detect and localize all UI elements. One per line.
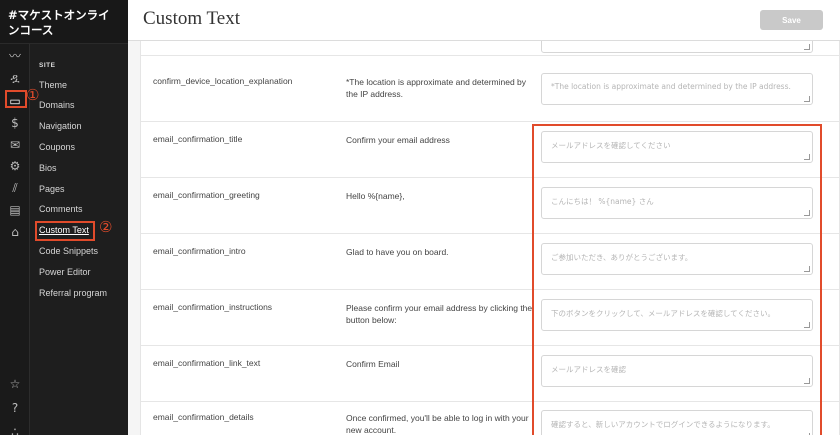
text-key: email_confirmation_link_text	[153, 358, 261, 368]
sidebar-item-theme[interactable]: Theme	[39, 80, 67, 90]
sidebar-item-domains[interactable]: Domains	[39, 100, 75, 110]
default-text: Glad to have you on board.	[346, 247, 449, 257]
text-key: confirm_device_location_explanation	[153, 76, 293, 86]
section-label: SITE	[39, 62, 56, 69]
dollar-icon[interactable]: $	[7, 115, 23, 131]
text-key: email_confirmation_details	[153, 412, 254, 422]
default-text: Please confirm your email address by cli…	[346, 303, 533, 325]
annotation-number-two: ②	[99, 218, 113, 236]
annotation-box-translations	[532, 124, 822, 435]
help-icon[interactable]: ?	[7, 400, 23, 416]
annotation-box-custom-text	[35, 221, 95, 241]
default-text: *The location is approximate and determi…	[346, 77, 527, 99]
text-key: email_confirmation_greeting	[153, 190, 260, 200]
sidebar-item-comments[interactable]: Comments	[39, 204, 83, 214]
sidebar-item-referral-program[interactable]: Referral program	[39, 288, 107, 298]
sidebar-item-pages[interactable]: Pages	[39, 184, 65, 194]
mail-icon[interactable]: ✉	[7, 137, 23, 153]
settings-icon[interactable]: ⚙	[7, 158, 23, 174]
translation-textarea[interactable]	[541, 41, 813, 53]
default-text: Confirm your email address	[346, 135, 450, 145]
table-row	[141, 41, 839, 56]
annotation-box-site	[5, 90, 27, 108]
sidebar-item-power-editor[interactable]: Power Editor	[39, 267, 91, 277]
page-header: Custom Text Save	[128, 0, 840, 41]
brand-name[interactable]: #マケストオンラインコース	[0, 0, 128, 44]
calendar-icon[interactable]: ▤	[7, 202, 23, 218]
default-text: Confirm Email	[346, 359, 400, 369]
text-key: email_confirmation_title	[153, 134, 243, 144]
table-row: confirm_device_location_explanation *The…	[141, 56, 839, 122]
sidebar-item-bios[interactable]: Bios	[39, 163, 57, 173]
apps-icon[interactable]: ⌂	[7, 224, 23, 240]
text-key: email_confirmation_instructions	[153, 302, 273, 312]
annotation-number-one: ①	[26, 86, 40, 104]
default-text: Once confirmed, you'll be able to log in…	[346, 413, 529, 435]
sidebar-item-navigation[interactable]: Navigation	[39, 121, 82, 131]
people-icon[interactable]: ዷ	[7, 70, 23, 86]
page-title: Custom Text	[143, 8, 241, 29]
team-icon[interactable]: ∴	[7, 424, 23, 435]
analytics-icon[interactable]: 〰	[7, 48, 23, 64]
translation-textarea[interactable]: *The location is approximate and determi…	[541, 73, 813, 105]
star-icon[interactable]: ☆	[7, 376, 23, 392]
library-icon[interactable]: ⫽	[7, 180, 23, 196]
save-button[interactable]: Save	[760, 10, 823, 30]
text-key: email_confirmation_intro	[153, 246, 246, 256]
sidebar-item-code-snippets[interactable]: Code Snippets	[39, 246, 98, 256]
default-text: Hello %{name},	[346, 191, 405, 201]
sidebar-item-coupons[interactable]: Coupons	[39, 142, 75, 152]
